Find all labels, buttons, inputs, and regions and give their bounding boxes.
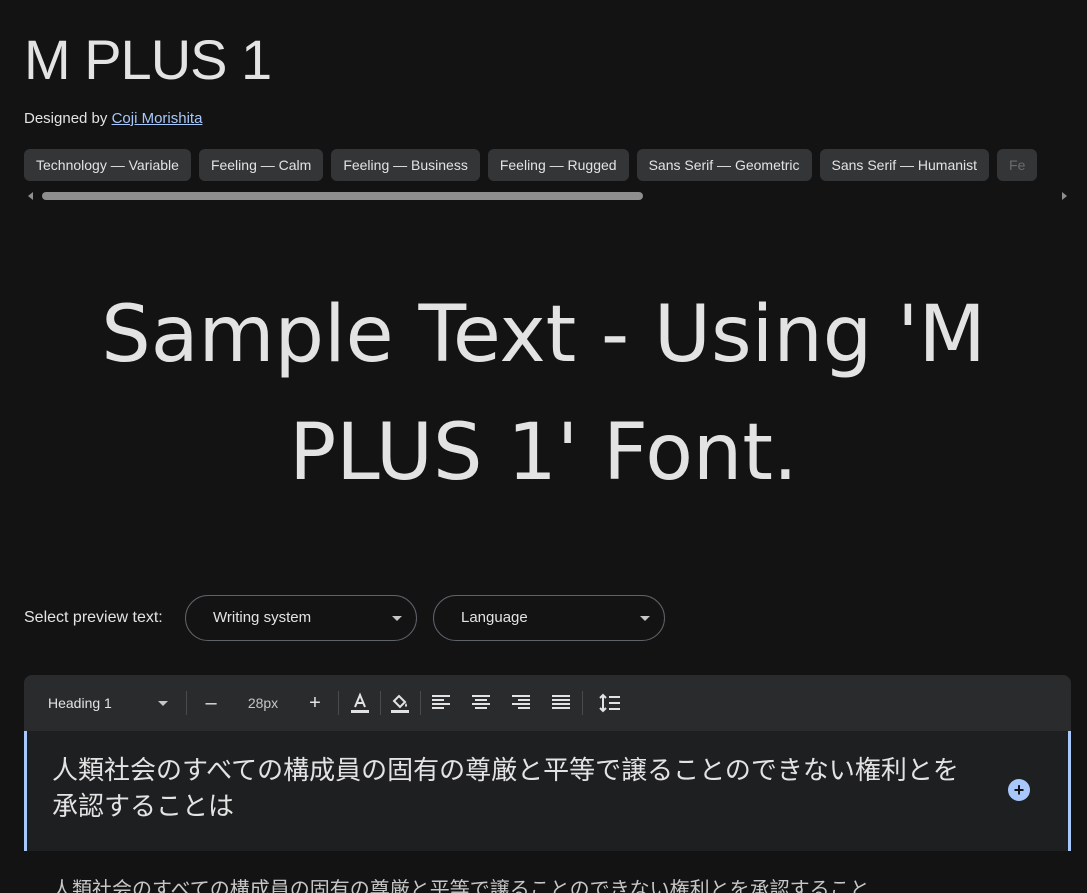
tag-list: Technology — Variable Feeling — Calm Fee… <box>24 149 1087 183</box>
decrease-size-button[interactable]: – <box>197 689 225 717</box>
heading-preview-text[interactable]: 人類社会のすべての構成員の固有の尊厳と平等で譲ることのできない権利とを承認するこ… <box>52 753 972 825</box>
align-center-button[interactable] <box>467 689 495 717</box>
tag-feeling-business[interactable]: Feeling — Business <box>331 149 480 181</box>
paragraph-preview-text[interactable]: 人類社会のすべての構成員の固有の尊厳と平等で譲ることのできない権利とを承認するこ… <box>52 874 1052 893</box>
tag-sans-serif-humanist[interactable]: Sans Serif — Humanist <box>819 149 990 181</box>
tag-truncated[interactable]: Fe <box>997 149 1038 181</box>
align-left-icon <box>432 695 450 709</box>
chevron-down-icon <box>392 616 402 621</box>
align-right-button[interactable] <box>507 689 535 717</box>
scroll-right-icon[interactable] <box>1062 192 1067 200</box>
toolbar-divider <box>338 691 339 715</box>
font-title: M PLUS 1 <box>24 28 272 91</box>
line-height-icon <box>599 693 620 713</box>
language-value: Language <box>461 609 528 626</box>
font-specimen-page: M PLUS 1 Designed by Coji Morishita Tech… <box>0 0 1087 893</box>
toolbar-divider <box>380 691 381 715</box>
increase-size-button[interactable]: + <box>301 689 329 717</box>
toolbar-divider <box>582 691 583 715</box>
text-color-button[interactable] <box>346 689 374 717</box>
align-center-icon <box>472 695 490 709</box>
fill-color-icon <box>391 694 409 713</box>
text-style-select[interactable]: Heading 1 <box>48 675 168 731</box>
toolbar-divider <box>420 691 421 715</box>
designed-by-label: Designed by <box>24 110 108 127</box>
align-right-icon <box>512 695 530 709</box>
font-size-value: 28px <box>247 695 279 711</box>
fill-color-button[interactable] <box>386 689 414 717</box>
text-color-icon <box>351 692 369 713</box>
designer-line: Designed by Coji Morishita <box>24 110 202 127</box>
designer-link[interactable]: Coji Morishita <box>112 110 203 127</box>
toolbar-divider <box>186 691 187 715</box>
text-style-value: Heading 1 <box>48 695 112 711</box>
tag-sans-serif-geometric[interactable]: Sans Serif — Geometric <box>636 149 812 181</box>
tag-feeling-rugged[interactable]: Feeling — Rugged <box>487 149 629 181</box>
align-left-button[interactable] <box>427 689 455 717</box>
writing-system-value: Writing system <box>213 609 312 626</box>
line-height-button[interactable] <box>596 689 624 717</box>
tag-feeling-calm[interactable]: Feeling — Calm <box>198 149 324 181</box>
tags-scrollbar[interactable] <box>24 190 1071 202</box>
chevron-down-icon <box>640 616 650 621</box>
align-justify-button[interactable] <box>547 689 575 717</box>
align-justify-icon <box>552 695 570 709</box>
sample-text: Sample Text - Using 'M PLUS 1' Font. <box>101 290 986 498</box>
writing-system-select[interactable]: Writing system <box>185 595 417 641</box>
tag-technology-variable[interactable]: Technology — Variable <box>24 149 191 181</box>
add-circle-icon[interactable]: + <box>1008 779 1030 801</box>
preview-text-label: Select preview text: <box>24 609 163 626</box>
chevron-down-icon <box>158 701 168 706</box>
scroll-left-icon[interactable] <box>28 192 33 200</box>
language-select[interactable]: Language <box>433 595 665 641</box>
scrollbar-thumb[interactable] <box>42 192 643 200</box>
editor-toolbar: Heading 1 – 28px + <box>24 675 1071 731</box>
heading-editor[interactable]: 人類社会のすべての構成員の固有の尊厳と平等で譲ることのできない権利とを承認するこ… <box>24 731 1071 851</box>
